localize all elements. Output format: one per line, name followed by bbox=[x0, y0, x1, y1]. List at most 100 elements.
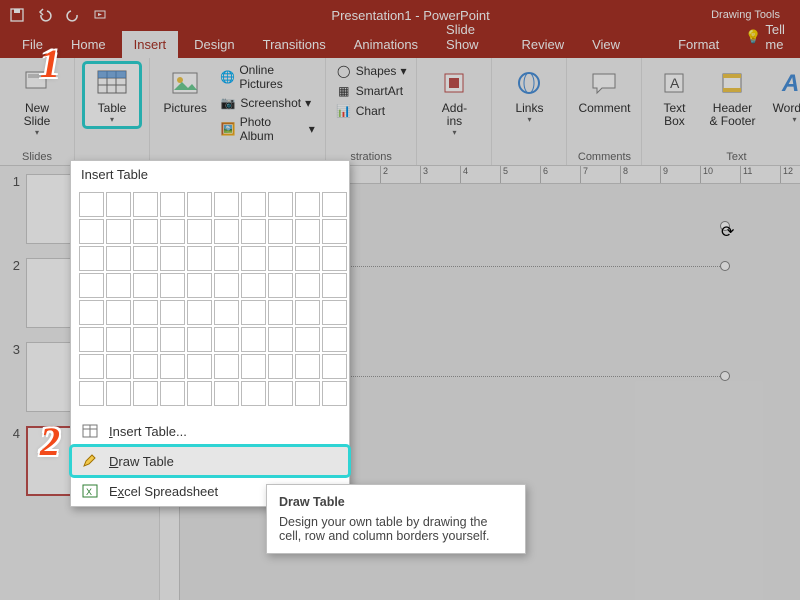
table-grid-cell[interactable] bbox=[187, 273, 212, 298]
tab-review[interactable]: Review bbox=[509, 31, 576, 58]
table-grid-cell[interactable] bbox=[295, 192, 320, 217]
smartart-button[interactable]: ▦SmartArt bbox=[334, 82, 409, 100]
table-grid-cell[interactable] bbox=[79, 219, 104, 244]
table-grid-cell[interactable] bbox=[268, 219, 293, 244]
addins-button[interactable]: Add- ins ▾ bbox=[425, 62, 483, 141]
table-grid-cell[interactable] bbox=[241, 354, 266, 379]
header-footer-button[interactable]: Header & Footer bbox=[704, 62, 760, 132]
table-grid-cell[interactable] bbox=[106, 246, 131, 271]
table-grid-cell[interactable] bbox=[79, 381, 104, 406]
photo-album-button[interactable]: 🖼️Photo Album▾ bbox=[218, 114, 316, 144]
tab-transitions[interactable]: Transitions bbox=[251, 31, 338, 58]
table-grid-cell[interactable] bbox=[295, 354, 320, 379]
tab-slide-show[interactable]: Slide Show bbox=[434, 16, 505, 58]
table-grid-cell[interactable] bbox=[133, 246, 158, 271]
table-grid-cell[interactable] bbox=[187, 300, 212, 325]
table-grid-cell[interactable] bbox=[268, 192, 293, 217]
table-grid-cell[interactable] bbox=[133, 327, 158, 352]
pictures-button[interactable]: Pictures bbox=[158, 62, 212, 119]
table-grid-cell[interactable] bbox=[160, 300, 185, 325]
start-from-beginning-icon[interactable] bbox=[92, 6, 110, 24]
table-grid-cell[interactable] bbox=[214, 381, 239, 406]
table-grid-cell[interactable] bbox=[214, 354, 239, 379]
table-grid-cell[interactable] bbox=[295, 246, 320, 271]
table-grid-cell[interactable] bbox=[322, 354, 347, 379]
table-grid-cell[interactable] bbox=[160, 219, 185, 244]
table-grid-cell[interactable] bbox=[187, 246, 212, 271]
table-grid-cell[interactable] bbox=[241, 381, 266, 406]
table-grid-cell[interactable] bbox=[214, 246, 239, 271]
table-grid-cell[interactable] bbox=[322, 246, 347, 271]
table-grid-cell[interactable] bbox=[106, 300, 131, 325]
redo-icon[interactable] bbox=[64, 6, 82, 24]
table-grid-cell[interactable] bbox=[295, 300, 320, 325]
table-grid-cell[interactable] bbox=[322, 327, 347, 352]
table-grid-cell[interactable] bbox=[79, 273, 104, 298]
table-grid-cell[interactable] bbox=[79, 192, 104, 217]
table-grid-cell[interactable] bbox=[214, 219, 239, 244]
text-box-button[interactable]: A Text Box bbox=[650, 62, 698, 132]
table-grid-cell[interactable] bbox=[295, 381, 320, 406]
table-grid-cell[interactable] bbox=[268, 246, 293, 271]
wordart-button[interactable]: A WordArt ▾ bbox=[766, 62, 800, 128]
table-grid-cell[interactable] bbox=[214, 327, 239, 352]
table-grid-cell[interactable] bbox=[322, 219, 347, 244]
tell-me[interactable]: 💡Tell me bbox=[735, 16, 800, 58]
table-grid-cell[interactable] bbox=[187, 381, 212, 406]
table-grid-cell[interactable] bbox=[322, 273, 347, 298]
tab-insert[interactable]: Insert bbox=[122, 31, 179, 58]
table-grid-cell[interactable] bbox=[295, 219, 320, 244]
chart-button[interactable]: 📊Chart bbox=[334, 102, 409, 120]
tab-format[interactable]: Format bbox=[666, 31, 731, 58]
table-grid-cell[interactable] bbox=[133, 381, 158, 406]
table-grid-cell[interactable] bbox=[106, 219, 131, 244]
table-grid-cell[interactable] bbox=[106, 354, 131, 379]
table-size-grid[interactable] bbox=[71, 188, 349, 416]
save-icon[interactable] bbox=[8, 6, 26, 24]
table-grid-cell[interactable] bbox=[268, 327, 293, 352]
table-grid-cell[interactable] bbox=[133, 219, 158, 244]
table-grid-cell[interactable] bbox=[106, 381, 131, 406]
table-grid-cell[interactable] bbox=[133, 273, 158, 298]
tab-design[interactable]: Design bbox=[182, 31, 246, 58]
table-grid-cell[interactable] bbox=[79, 327, 104, 352]
table-grid-cell[interactable] bbox=[322, 192, 347, 217]
table-grid-cell[interactable] bbox=[241, 273, 266, 298]
rotate-handle-icon[interactable]: ⟳ bbox=[720, 221, 730, 231]
table-grid-cell[interactable] bbox=[268, 354, 293, 379]
online-pictures-button[interactable]: 🌐Online Pictures bbox=[218, 62, 316, 92]
screenshot-button[interactable]: 📷Screenshot▾ bbox=[218, 94, 316, 112]
tab-animations[interactable]: Animations bbox=[342, 31, 430, 58]
table-grid-cell[interactable] bbox=[241, 219, 266, 244]
table-grid-cell[interactable] bbox=[187, 192, 212, 217]
table-grid-cell[interactable] bbox=[187, 327, 212, 352]
table-grid-cell[interactable] bbox=[241, 192, 266, 217]
table-grid-cell[interactable] bbox=[106, 327, 131, 352]
table-grid-cell[interactable] bbox=[214, 300, 239, 325]
table-grid-cell[interactable] bbox=[214, 273, 239, 298]
tab-home[interactable]: Home bbox=[59, 31, 118, 58]
table-grid-cell[interactable] bbox=[322, 300, 347, 325]
table-grid-cell[interactable] bbox=[268, 300, 293, 325]
undo-icon[interactable] bbox=[36, 6, 54, 24]
table-grid-cell[interactable] bbox=[133, 192, 158, 217]
table-grid-cell[interactable] bbox=[106, 273, 131, 298]
comment-button[interactable]: Comment bbox=[575, 62, 633, 119]
table-grid-cell[interactable] bbox=[295, 273, 320, 298]
table-grid-cell[interactable] bbox=[241, 327, 266, 352]
table-grid-cell[interactable] bbox=[79, 246, 104, 271]
table-grid-cell[interactable] bbox=[106, 192, 131, 217]
table-grid-cell[interactable] bbox=[214, 192, 239, 217]
table-button[interactable]: Table ▾ bbox=[83, 62, 141, 128]
selection-handle[interactable] bbox=[720, 371, 730, 381]
table-grid-cell[interactable] bbox=[160, 246, 185, 271]
table-grid-cell[interactable] bbox=[133, 300, 158, 325]
table-grid-cell[interactable] bbox=[241, 300, 266, 325]
table-grid-cell[interactable] bbox=[187, 219, 212, 244]
table-grid-cell[interactable] bbox=[160, 327, 185, 352]
table-grid-cell[interactable] bbox=[295, 327, 320, 352]
table-grid-cell[interactable] bbox=[133, 354, 158, 379]
table-grid-cell[interactable] bbox=[79, 300, 104, 325]
insert-table-menu-item[interactable]: Insert Table... bbox=[71, 416, 349, 446]
tab-view[interactable]: View bbox=[580, 31, 632, 58]
